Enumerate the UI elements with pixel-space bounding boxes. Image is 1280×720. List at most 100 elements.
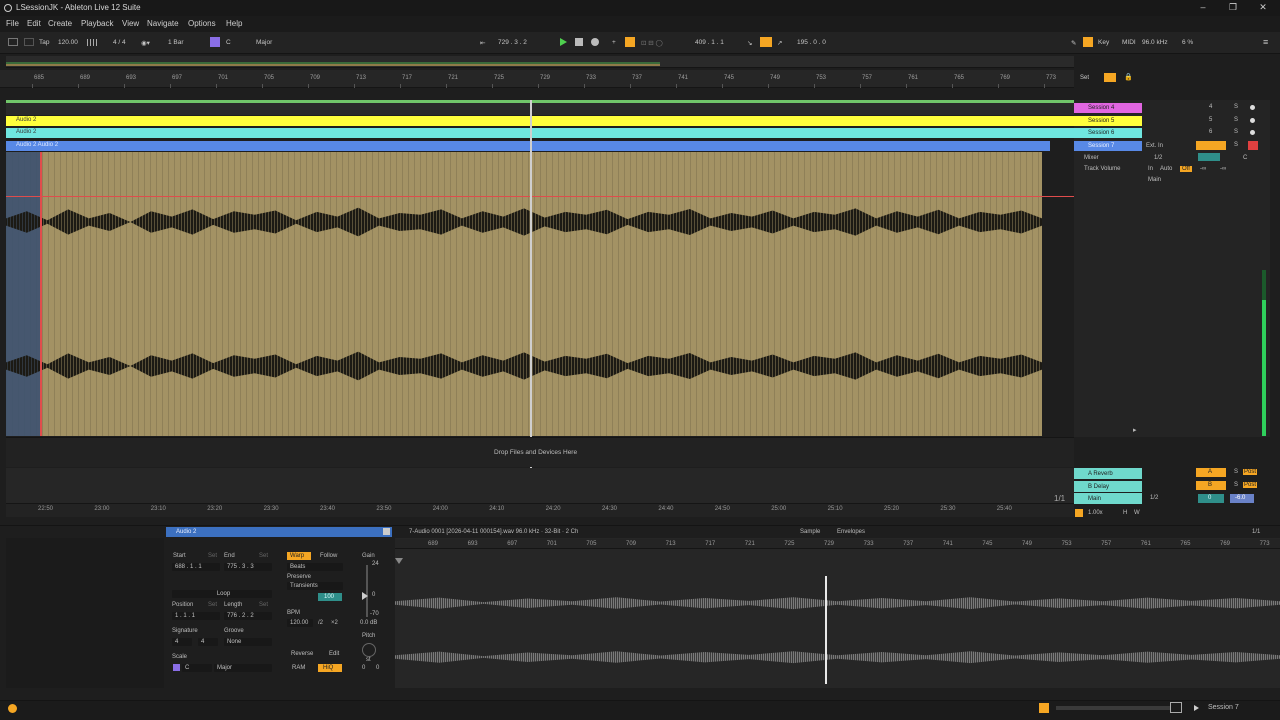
input-type-dropdown[interactable]: Ext. In [1146, 143, 1163, 149]
warp-button[interactable]: Warp [287, 552, 311, 560]
return-letter-button[interactable]: B [1196, 480, 1226, 490]
automation-param-toggle[interactable]: Track Volume [1074, 165, 1142, 175]
signature-denominator[interactable]: 4 [198, 638, 218, 646]
post-button[interactable]: Post [1243, 481, 1258, 488]
end-field[interactable]: 775 . 3 . 3 [224, 563, 272, 571]
transients-dropdown[interactable]: Transients [287, 582, 343, 590]
arm-dot-icon[interactable] [1250, 117, 1255, 123]
track-number[interactable]: 4 [1209, 104, 1212, 110]
audio-clip[interactable] [6, 152, 1042, 436]
solo-button[interactable]: S [1234, 104, 1238, 110]
return-channel-dropdown[interactable]: 1/2 [1150, 495, 1158, 501]
arm-button[interactable] [1248, 141, 1258, 150]
tempo-field[interactable]: 120.00 [58, 39, 78, 46]
main-volume-field[interactable]: -6.0 [1230, 494, 1254, 503]
track-number-7-button[interactable] [1196, 141, 1226, 150]
menu-edit[interactable]: Edit [27, 19, 41, 28]
tap-button[interactable]: Tap [39, 39, 49, 46]
track-number[interactable]: 5 [1209, 117, 1212, 123]
menu-help[interactable]: Help [226, 19, 242, 28]
capture-icon[interactable]: ⊡ ⊟ ◯ [641, 39, 663, 47]
loop-toggle[interactable]: Loop [172, 590, 272, 598]
scale-mode-button[interactable] [210, 37, 220, 47]
bpm-field[interactable]: 120.00 [287, 619, 313, 627]
loop-start-field[interactable]: 409 . 1 . 1 [695, 39, 724, 46]
set-length-button[interactable]: Set [259, 602, 268, 608]
punch-out-icon[interactable]: ↗ [777, 39, 782, 47]
h-toggle[interactable]: H [1123, 510, 1127, 516]
clip-scale-name[interactable]: Major [214, 664, 272, 672]
sample-editor[interactable] [395, 538, 1280, 688]
gain-slider[interactable] [366, 565, 368, 617]
return-letter-button[interactable]: A [1196, 468, 1226, 477]
double-tempo-button[interactable]: ×2 [331, 620, 338, 626]
return-track-header[interactable]: A Reverb [1074, 468, 1142, 479]
follow-icon[interactable]: ⇤ [480, 39, 485, 47]
menu-playback[interactable]: Playback [81, 19, 113, 28]
track-header-audio-2-cyan[interactable]: Audio 2 [6, 128, 1074, 138]
set-start-button[interactable]: Set [208, 553, 217, 559]
signature-numerator[interactable]: 4 [172, 638, 192, 646]
output-main-dropdown[interactable]: Main [1148, 177, 1161, 183]
midi-map-label[interactable]: MIDI [1122, 39, 1136, 46]
menu-options[interactable]: Options [188, 19, 216, 28]
detune-field[interactable]: 0 [362, 665, 365, 671]
view-toggle-icon[interactable] [1170, 702, 1182, 713]
warp-mode-dropdown[interactable]: Beats [287, 563, 343, 571]
monitor-off-button[interactable]: Off [1180, 166, 1192, 172]
key-map-label[interactable]: Key [1098, 39, 1109, 46]
menu-file[interactable]: File [6, 19, 19, 28]
zoom-toggle[interactable] [1075, 509, 1083, 517]
zoom-readout[interactable]: 1.00x [1088, 510, 1103, 516]
locator-accent-button[interactable] [1104, 73, 1116, 82]
menu-create[interactable]: Create [48, 19, 72, 28]
solo-button[interactable]: S [1234, 117, 1238, 123]
session-track-header[interactable]: Session 6 [1074, 128, 1142, 139]
external-sync-icon[interactable] [24, 38, 34, 46]
loop-length-field[interactable]: 195 . 0 . 0 [797, 39, 826, 46]
monitor-auto-button[interactable]: Auto [1160, 166, 1172, 172]
clip-close-icon[interactable] [383, 528, 390, 535]
session-track-header[interactable]: Session 7 [1074, 140, 1142, 151]
arrangement-overview[interactable] [6, 56, 1074, 68]
follow-button[interactable]: Follow [320, 553, 337, 559]
volume-readout-2[interactable]: -∞ [1220, 166, 1226, 172]
info-toggle-icon[interactable] [8, 704, 17, 713]
scale-toggle[interactable] [173, 664, 180, 671]
post-button[interactable]: Post [1243, 469, 1258, 475]
collapse-icon[interactable]: ▸ [1133, 426, 1137, 434]
solo-button[interactable]: S [1234, 142, 1238, 148]
edit-button[interactable]: Edit [329, 651, 339, 657]
set-end-button[interactable]: Set [259, 553, 268, 559]
key-root-dropdown[interactable]: C [226, 39, 231, 46]
ram-button[interactable]: RAM [292, 665, 305, 671]
monitor-in-button[interactable]: In [1148, 166, 1153, 172]
return-track-header[interactable]: B Delay [1074, 480, 1142, 492]
input-channel-dropdown[interactable]: 1/2 [1154, 155, 1162, 161]
half-tempo-button[interactable]: /2 [318, 620, 323, 626]
stop-button[interactable] [575, 38, 583, 46]
session-track-header[interactable]: Session 4 [1074, 103, 1142, 113]
main-pan-knob[interactable]: 0 [1198, 494, 1224, 503]
reverse-button[interactable]: Reverse [291, 651, 313, 657]
minimize-icon[interactable]: – [1196, 2, 1210, 14]
automation-arm-button[interactable] [625, 37, 635, 47]
session-track-header[interactable]: Session 5 [1074, 115, 1142, 126]
hiq-button[interactable]: HiQ [318, 664, 342, 672]
sample-start-marker[interactable] [395, 558, 403, 564]
position-field[interactable]: 729 . 3 . 2 [498, 39, 527, 46]
transient-envelope-field[interactable]: 100 [318, 593, 342, 601]
metronome-bars-icon[interactable] [87, 39, 97, 46]
pitch-knob[interactable] [362, 643, 376, 657]
menu-lines-icon[interactable]: ≡ [1263, 37, 1268, 47]
w-toggle[interactable]: W [1134, 510, 1140, 516]
solo-button[interactable]: S [1234, 129, 1238, 135]
link-icon[interactable] [8, 38, 18, 46]
track-number[interactable]: 6 [1209, 129, 1212, 135]
tab-sample[interactable]: Sample [800, 529, 820, 535]
mixer-section-toggle[interactable]: Mixer [1074, 154, 1142, 164]
loop-start-marker[interactable] [40, 152, 42, 436]
metronome-icon[interactable]: ◉▾ [141, 39, 150, 47]
maximize-icon[interactable]: ❐ [1226, 2, 1240, 14]
detune-field-2[interactable]: 0 [376, 665, 379, 671]
